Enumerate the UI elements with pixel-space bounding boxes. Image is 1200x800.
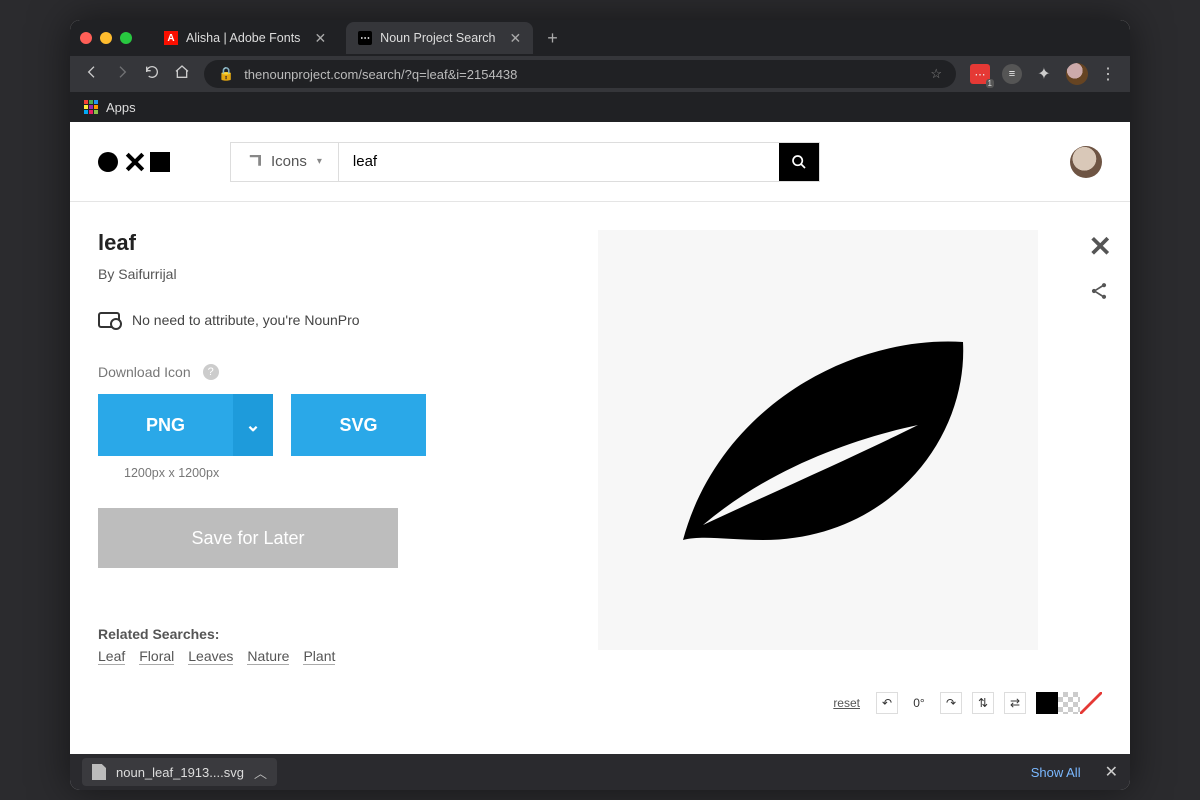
redo-button[interactable]: ↷ [940,692,962,714]
chevron-up-icon[interactable]: ︿ [254,763,267,782]
color-swatch-none[interactable] [1080,692,1102,714]
download-png-group: PNG ⌄ [98,394,273,456]
save-for-later-button[interactable]: Save for Later [98,508,398,568]
window-controls[interactable] [80,32,132,44]
share-button[interactable] [1089,281,1112,306]
search-button[interactable] [779,143,819,181]
adobe-icon: A [164,31,178,45]
icon-title: leaf [98,230,558,256]
close-downloads-bar[interactable]: ✕ [1105,762,1118,782]
download-chip[interactable]: noun_leaf_1913....svg ︿ [82,758,277,786]
extension-icon[interactable]: ≡ [1002,64,1022,84]
icon-author[interactable]: By Saifurrijal [98,266,558,282]
search-icon [791,154,807,170]
nounpro-icon [98,312,120,328]
related-tag[interactable]: Floral [139,648,174,665]
tab-adobe-fonts[interactable]: A Alisha | Adobe Fonts ✕ [152,22,338,54]
chevron-down-icon: ▾ [317,156,322,167]
show-all-downloads[interactable]: Show All [1031,765,1081,780]
attribution-text: No need to attribute, you're NounPro [132,312,360,328]
close-icon[interactable]: ✕ [314,30,326,47]
flip-horizontal-button[interactable]: ⇄ [1004,692,1026,714]
apps-icon[interactable] [84,100,98,114]
png-size-dropdown[interactable]: ⌄ [233,394,273,456]
chevron-down-icon: ⌄ [245,415,260,436]
color-swatch-black[interactable] [1036,692,1058,714]
color-swatch-transparent[interactable] [1058,692,1080,714]
related-tag[interactable]: Leaves [188,648,233,665]
apps-label[interactable]: Apps [106,100,136,115]
back-button[interactable] [84,64,100,85]
related-tag[interactable]: Leaf [98,648,125,665]
undo-button[interactable]: ↶ [876,692,898,714]
search-type-dropdown[interactable]: Icons ▾ [231,143,339,181]
tab-noun-project[interactable]: ⋯ Noun Project Search ✕ [346,22,533,54]
download-label: Download Icon [98,364,191,380]
rotation-value: 0° [908,692,930,714]
home-button[interactable] [174,64,190,85]
nounproject-logo[interactable] [98,152,170,172]
reset-button[interactable]: reset [833,696,860,710]
extension-icon[interactable]: ⋯1 [970,64,990,84]
related-tag[interactable]: Plant [303,648,335,665]
download-svg-button[interactable]: SVG [291,394,426,456]
tab-label: Noun Project Search [380,31,495,45]
file-icon [92,764,106,780]
close-icon[interactable]: ✕ [510,30,522,47]
lock-icon: 🔒 [218,66,234,82]
star-icon[interactable]: ☆ [930,66,942,82]
search-input[interactable] [339,143,779,181]
nounproject-icon: ⋯ [358,31,372,45]
extensions-icon[interactable]: ✦ [1034,64,1054,84]
png-size-label: 1200px x 1200px [124,466,558,480]
download-filename: noun_leaf_1913....svg [116,765,244,780]
icon-preview [598,230,1038,650]
dropdown-label: Icons [271,153,307,170]
help-icon[interactable]: ? [203,364,219,380]
chrome-menu-icon[interactable]: ⋮ [1100,64,1116,84]
flip-vertical-button[interactable]: ⇅ [972,692,994,714]
close-detail-button[interactable]: ✕ [1089,230,1112,263]
address-bar[interactable]: 🔒 thenounproject.com/search/?q=leaf&i=21… [204,60,956,88]
profile-avatar[interactable] [1066,63,1088,85]
url-text: thenounproject.com/search/?q=leaf&i=2154… [244,67,517,82]
download-png-button[interactable]: PNG [98,394,233,456]
icons-icon [247,155,261,169]
forward-button[interactable] [114,64,130,85]
reload-button[interactable] [144,64,160,85]
related-tag[interactable]: Nature [247,648,289,665]
leaf-icon [668,330,968,550]
related-heading: Related Searches: [98,626,558,642]
new-tab-button[interactable]: + [541,28,564,49]
tab-label: Alisha | Adobe Fonts [186,31,300,45]
user-avatar[interactable] [1070,146,1102,178]
